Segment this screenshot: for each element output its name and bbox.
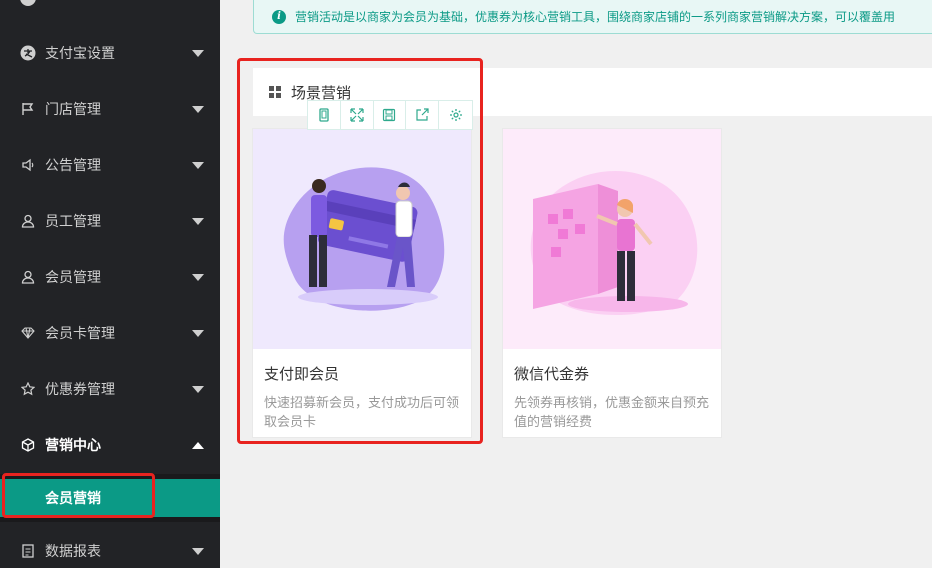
sidebar-item-marketing-center[interactable]: 营销中心	[0, 417, 220, 473]
sidebar-item-partial-top[interactable]	[20, 0, 45, 6]
chevron-down-icon	[192, 162, 204, 169]
diamond-icon	[20, 325, 36, 341]
mobile-icon[interactable]	[308, 101, 341, 129]
sidebar-item-label: 会员管理	[45, 270, 101, 286]
submenu-marketing: 会员营销	[0, 474, 220, 522]
sidebar-item-member-management[interactable]: 会员管理	[0, 249, 220, 305]
card-description: 先领券再核销，优惠金额来自预充值的营销经费	[514, 396, 710, 430]
info-icon: i	[272, 9, 286, 24]
sidebar-item-label: 公告管理	[45, 158, 101, 174]
sidebar-item-store-management[interactable]: 门店管理	[0, 81, 220, 137]
sidebar-item-label: 优惠券管理	[45, 382, 115, 398]
card-wechat-voucher[interactable]: 微信代金券 先领券再核销，优惠金额来自预充值的营销经费	[502, 128, 722, 438]
chevron-down-icon	[192, 218, 204, 225]
share-icon[interactable]	[406, 101, 440, 129]
sidebar-item-label: 员工管理	[45, 214, 101, 230]
sidebar-subitem-member-marketing[interactable]: 会员营销	[0, 479, 220, 517]
card-title: 微信代金券	[514, 365, 590, 383]
alipay-icon	[20, 45, 36, 61]
sidebar-item-staff-management[interactable]: 员工管理	[0, 193, 220, 249]
card-description: 快速招募新会员，支付成功后可领取会员卡	[264, 396, 460, 430]
cube-icon	[20, 437, 36, 453]
sidebar-item-alipay-settings[interactable]: 支付宝设置	[0, 25, 220, 81]
user-icon	[20, 213, 36, 229]
save-icon[interactable]	[374, 101, 407, 129]
notice-text: 营销活动是以商家为会员为基础，优惠券为核心营销工具，围绕商家店铺的一系列商家营销…	[295, 10, 896, 24]
grid-icon	[269, 86, 281, 98]
sidebar-item-label: 门店管理	[45, 102, 101, 118]
chevron-down-icon	[192, 106, 204, 113]
chevron-down-icon	[192, 50, 204, 57]
card-toolbar	[307, 100, 473, 130]
flag-icon	[20, 101, 36, 117]
sidebar-item-label: 支付宝设置	[45, 46, 115, 62]
sidebar-item-label: 会员卡管理	[45, 326, 115, 342]
chevron-down-icon	[192, 386, 204, 393]
speaker-icon	[20, 157, 36, 173]
sidebar-item-data-reports[interactable]: 数据报表	[0, 523, 220, 568]
sidebar-item-announcement-management[interactable]: 公告管理	[0, 137, 220, 193]
sidebar: 支付宝设置 门店管理 公告管理 员工管理 会员管理 会员卡管理 优惠券管理 营销…	[0, 0, 220, 568]
card-pay-member[interactable]: 支付即会员 快速招募新会员，支付成功后可领取会员卡	[252, 128, 472, 438]
sidebar-item-label: 营销中心	[45, 438, 101, 454]
sidebar-item-coupon-management[interactable]: 优惠券管理	[0, 361, 220, 417]
card-title: 支付即会员	[264, 365, 340, 383]
chevron-down-icon	[192, 548, 204, 555]
sidebar-item-label: 数据报表	[45, 544, 101, 560]
sidebar-item-member-card-management[interactable]: 会员卡管理	[0, 305, 220, 361]
card-illustration	[503, 129, 721, 349]
expand-icon[interactable]	[341, 101, 374, 129]
chevron-down-icon	[192, 274, 204, 281]
chevron-down-icon	[192, 330, 204, 337]
card-illustration	[253, 129, 471, 349]
settings-icon[interactable]	[439, 101, 472, 129]
info-notice: i 营销活动是以商家为会员为基础，优惠券为核心营销工具，围绕商家店铺的一系列商家…	[253, 0, 932, 34]
report-icon	[20, 543, 36, 559]
star-icon	[20, 381, 36, 397]
chevron-up-icon	[192, 442, 204, 449]
member-icon	[20, 269, 36, 285]
